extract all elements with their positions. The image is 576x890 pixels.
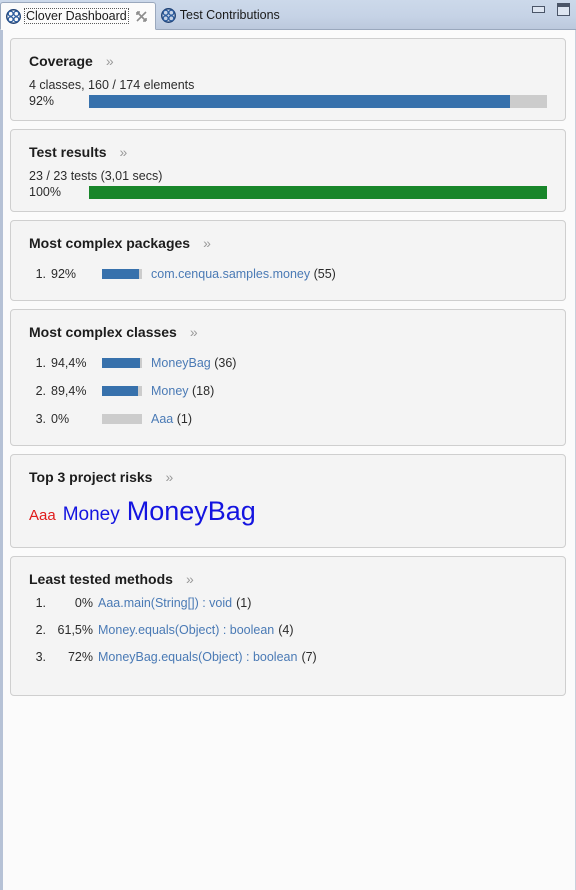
rank-item-metric: (55)	[310, 267, 336, 281]
rank-progress-fill	[102, 269, 139, 279]
rank-item-link[interactable]: Aaa	[151, 412, 173, 426]
list-item: 1. 92% com.cenqua.samples.money (55)	[29, 260, 547, 288]
rank-item-metric: (36)	[210, 356, 237, 370]
test-results-progress-fill	[89, 185, 547, 199]
panel-most-complex-classes: Most complex classes » 1. 94,4% MoneyBag (…	[10, 309, 566, 446]
rank-number: 1.	[35, 596, 46, 610]
expand-chevron-icon[interactable]: »	[165, 469, 173, 485]
list-item: 3. 72% MoneyBag.equals(Object) : boolean (7…	[29, 650, 547, 677]
expand-chevron-icon[interactable]: »	[203, 235, 211, 251]
clover-icon	[6, 8, 21, 24]
tab-bar: Clover Dashboard Test Contributions	[0, 0, 576, 30]
tab-label: Clover Dashboard	[24, 8, 129, 24]
panel-test-results: Test results » 23 / 23 tests (3,01 secs)…	[10, 129, 566, 212]
coverage-percent-label: 92%	[29, 94, 55, 108]
project-risk-item[interactable]: Aaa	[29, 507, 56, 524]
rank-percent: 72%	[67, 650, 93, 664]
panel-most-complex-classes-title: Most complex classes »	[29, 324, 547, 340]
panel-title-text: Most complex packages	[29, 235, 191, 251]
method-link[interactable]: Aaa.main(String[]) : void	[98, 596, 232, 610]
test-results-progress-row: 100%	[29, 185, 547, 199]
rank-progress-track	[102, 386, 142, 396]
panel-most-complex-packages-title: Most complex packages »	[29, 235, 547, 251]
rank-number: 1.	[35, 356, 46, 370]
rank-percent: 89,4%	[51, 384, 87, 398]
rank-percent: 0%	[51, 412, 70, 426]
coverage-progress-row: 92%	[29, 94, 547, 108]
rank-percent: 0%	[74, 596, 93, 610]
rank-number: 2.	[35, 384, 46, 398]
rank-percent: 61,5%	[57, 623, 93, 637]
panel-coverage: Coverage » 4 classes, 160 / 174 elements…	[10, 38, 566, 121]
most-complex-packages-list: 1. 92% com.cenqua.samples.money (55)	[29, 260, 547, 288]
expand-chevron-icon[interactable]: »	[120, 144, 128, 160]
rank-progress-fill	[102, 386, 138, 396]
panel-project-risks: Top 3 project risks » Aaa Money MoneyBag	[10, 454, 566, 548]
panel-title-text: Coverage	[29, 53, 93, 69]
project-risks-cloud: Aaa Money MoneyBag	[29, 494, 547, 527]
rank-progress-track	[102, 269, 142, 279]
panel-title-text: Most complex classes	[29, 324, 177, 340]
rank-item-link[interactable]: MoneyBag	[151, 356, 211, 370]
panel-least-tested-methods-title: Least tested methods »	[29, 571, 547, 587]
list-item: 2. 61,5% Money.equals(Object) : boolean (4)	[29, 623, 547, 650]
coverage-summary: 4 classes, 160 / 174 elements	[29, 78, 195, 92]
rank-progress-track	[102, 358, 142, 368]
rank-number: 3.	[35, 650, 46, 664]
close-icon[interactable]	[135, 10, 148, 23]
rank-item-link[interactable]: Money	[151, 384, 189, 398]
rank-number: 2.	[35, 623, 46, 637]
list-item: 3. 0% Aaa (1)	[29, 405, 547, 433]
minimize-icon[interactable]	[532, 6, 545, 13]
rank-progress-track	[102, 414, 142, 424]
panel-least-tested-methods: Least tested methods » 1. 0% Aaa.main(Stri…	[10, 556, 566, 696]
test-results-progress-track	[89, 185, 547, 199]
panel-test-results-title: Test results »	[29, 144, 547, 160]
method-count: (7)	[301, 650, 317, 664]
test-results-percent-label: 100%	[29, 185, 61, 199]
tab-clover-dashboard[interactable]: Clover Dashboard	[0, 2, 156, 30]
rank-number: 1.	[35, 267, 46, 281]
window-controls	[532, 3, 570, 16]
rank-percent: 92%	[51, 267, 77, 281]
maximize-icon[interactable]	[557, 3, 570, 16]
coverage-progress-track	[89, 94, 547, 108]
tab-test-contributions[interactable]: Test Contributions	[156, 1, 291, 29]
panel-title-text: Test results	[29, 144, 107, 160]
project-risk-item[interactable]: Money	[63, 504, 120, 526]
method-count: (1)	[236, 596, 252, 610]
project-risk-item[interactable]: MoneyBag	[127, 496, 256, 527]
expand-chevron-icon[interactable]: »	[190, 324, 198, 340]
list-item: 1. 0% Aaa.main(String[]) : void (1)	[29, 596, 547, 623]
test-results-summary: 23 / 23 tests (3,01 secs)	[29, 169, 163, 183]
tab-label: Test Contributions	[179, 8, 280, 22]
method-count: (4)	[278, 623, 294, 637]
expand-chevron-icon[interactable]: »	[106, 53, 114, 69]
method-link[interactable]: Money.equals(Object) : boolean	[98, 623, 274, 637]
method-link[interactable]: MoneyBag.equals(Object) : boolean	[98, 650, 297, 664]
rank-number: 3.	[35, 412, 46, 426]
rank-percent: 94,4%	[51, 356, 87, 370]
rank-item-metric: (1)	[173, 412, 192, 426]
rank-item-link[interactable]: com.cenqua.samples.money	[151, 267, 310, 281]
most-complex-classes-list: 1. 94,4% MoneyBag (36) 2. 89,4% Money (18) 3. 0…	[29, 349, 547, 433]
panel-most-complex-packages: Most complex packages » 1. 92% com.cenqua.…	[10, 220, 566, 301]
clover-icon	[160, 7, 176, 23]
panel-coverage-title: Coverage »	[29, 53, 547, 69]
least-tested-methods-list: 1. 0% Aaa.main(String[]) : void (1) 2. 61,5% M…	[29, 596, 547, 677]
rank-progress-fill	[102, 358, 140, 368]
coverage-progress-fill	[89, 94, 511, 108]
list-item: 2. 89,4% Money (18)	[29, 377, 547, 405]
rank-item-metric: (18)	[188, 384, 215, 398]
expand-chevron-icon[interactable]: »	[186, 571, 194, 587]
dashboard-scroll-area[interactable]: Coverage » 4 classes, 160 / 174 elements…	[0, 30, 576, 890]
panel-title-text: Top 3 project risks	[29, 469, 153, 485]
panel-title-text: Least tested methods	[29, 571, 173, 587]
list-item: 1. 94,4% MoneyBag (36)	[29, 349, 547, 377]
panel-project-risks-title: Top 3 project risks »	[29, 469, 547, 485]
